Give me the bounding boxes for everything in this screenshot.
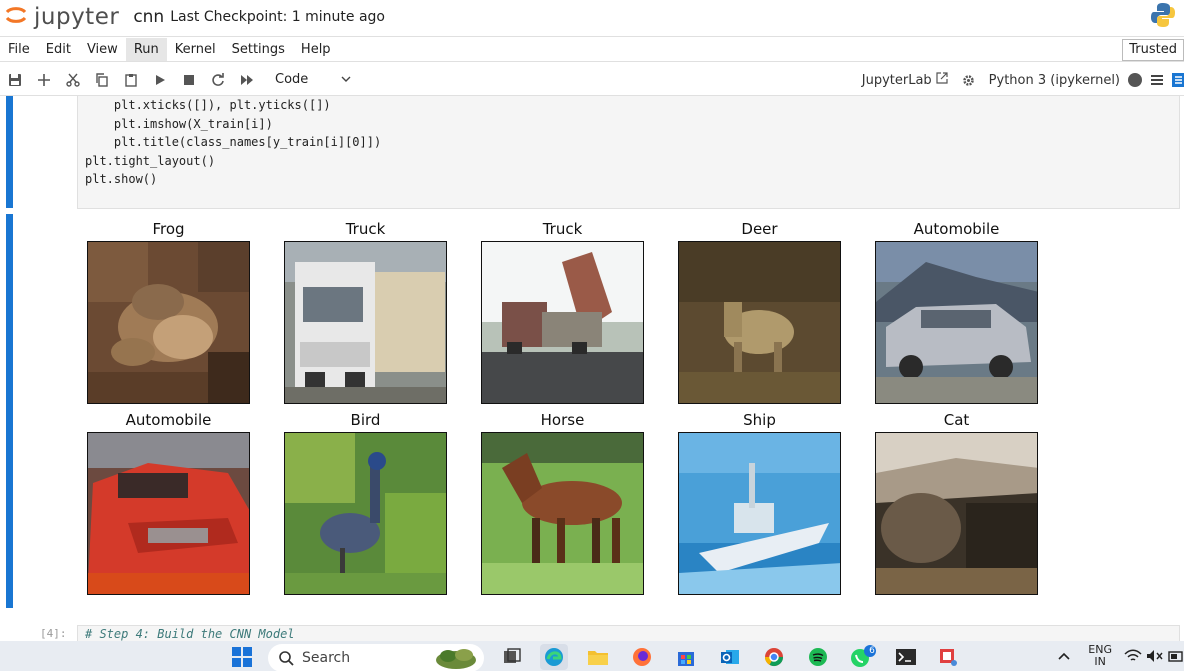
menu-run[interactable]: Run [125, 37, 167, 61]
search-icon [278, 650, 294, 666]
code-cell-editor[interactable]: plt.xticks([]), plt.yticks([]) plt.imsho… [77, 96, 1180, 209]
code-lines: plt.xticks([]), plt.yticks([]) plt.imsho… [85, 96, 381, 189]
code-line: plt.show() [85, 172, 158, 186]
battery-icon[interactable] [1168, 649, 1184, 663]
image-title: Automobile [913, 220, 1000, 238]
snipping-tool-icon[interactable] [934, 644, 962, 670]
cell-type-value: Code [275, 72, 309, 87]
task-view-icon[interactable] [498, 644, 526, 670]
code-line: plt.imshow(X_train[i]) [85, 116, 273, 131]
jupyterlab-label: JupyterLab [861, 72, 932, 88]
menu-list-icon[interactable] [1150, 74, 1164, 86]
image-title: Bird [350, 411, 381, 429]
cell-active-bar [6, 96, 13, 208]
cut-icon[interactable] [58, 66, 87, 94]
outlook-icon[interactable] [716, 644, 744, 670]
python-logo-icon [1150, 2, 1176, 32]
cell-output-figure: Frog Truck Truck Deer Automobile Automob… [77, 214, 1077, 608]
copy-icon[interactable] [87, 66, 116, 94]
wifi-icon[interactable] [1124, 649, 1142, 663]
frog-image [87, 241, 250, 404]
spotify-icon[interactable] [804, 644, 832, 670]
menu-file[interactable]: File [0, 38, 38, 61]
menu-kernel[interactable]: Kernel [167, 38, 224, 61]
image-title: Truck [542, 220, 583, 238]
stop-icon[interactable] [174, 66, 203, 94]
toolbar-right: JupyterLab Python 3 (ipykernel) [862, 64, 1184, 96]
search-placeholder: Search [302, 650, 351, 666]
code-line: plt.xticks([]), plt.yticks([]) [85, 98, 331, 112]
restart-icon[interactable] [203, 66, 232, 94]
automobile-image [87, 432, 250, 595]
notebook-toolbar: Code JupyterLab Python 3 (ipykernel) [0, 64, 1184, 96]
menu-bar: File Edit View Run Kernel Settings Help … [0, 36, 1184, 62]
windows-start-icon[interactable] [228, 644, 256, 670]
notebook-name[interactable]: cnn [133, 7, 164, 27]
code-line: plt.title(class_names[y_train[i][0]]) [85, 135, 382, 149]
cat-image [875, 432, 1038, 595]
settings-gear-icon[interactable] [962, 74, 975, 87]
fast-forward-icon[interactable] [232, 66, 261, 94]
chevron-down-icon [341, 72, 351, 87]
taskbar-search[interactable]: Search [268, 644, 484, 671]
chrome-icon[interactable] [760, 644, 788, 670]
menu-view[interactable]: View [79, 38, 126, 61]
menu-edit[interactable]: Edit [38, 38, 79, 61]
code-comment: # Step 4: Build the CNN Model [85, 627, 295, 641]
firefox-icon[interactable] [628, 644, 656, 670]
external-link-icon [936, 72, 948, 88]
bird-image [284, 432, 447, 595]
image-title: Frog [152, 220, 185, 238]
image-title: Cat [943, 411, 970, 429]
truck-image [481, 241, 644, 404]
cell-type-select[interactable]: Code [271, 68, 355, 92]
language-region: IN [1094, 655, 1106, 668]
volume-mute-icon[interactable] [1146, 649, 1164, 663]
menu-help[interactable]: Help [293, 38, 339, 61]
top-bar: jupyter cnn Last Checkpoint: 1 minute ag… [0, 0, 1184, 34]
file-explorer-icon[interactable] [584, 644, 612, 670]
notebook-area: plt.xticks([]), plt.yticks([]) plt.imsho… [0, 96, 1184, 641]
edge-browser-icon[interactable] [540, 644, 568, 670]
jupyterlab-link[interactable]: JupyterLab [862, 72, 948, 88]
system-tray: ENG IN [1058, 641, 1184, 671]
terminal-icon[interactable] [892, 644, 920, 670]
image-title: Deer [741, 220, 778, 238]
automobile-image [875, 241, 1038, 404]
next-code-cell-editor[interactable]: # Step 4: Build the CNN Model [77, 625, 1180, 641]
search-highlight-icon [434, 646, 478, 670]
code-line: plt.tight_layout() [85, 153, 216, 168]
menu-settings[interactable]: Settings [224, 38, 293, 61]
save-icon[interactable] [0, 66, 29, 94]
paste-icon[interactable] [116, 66, 145, 94]
jupyter-logo-text: jupyter [34, 4, 120, 30]
image-title: Ship [743, 411, 776, 429]
jupyter-logo-icon [4, 3, 28, 31]
trusted-indicator[interactable]: Trusted [1122, 39, 1184, 61]
next-cell: [4]: # Step 4: Build the CNN Model [0, 615, 1184, 641]
output-active-bar [6, 214, 13, 608]
add-cell-icon[interactable] [29, 66, 58, 94]
horse-image [481, 432, 644, 595]
kernel-status-icon [1128, 73, 1142, 87]
chevron-up-icon[interactable] [1058, 652, 1070, 660]
truck-image [284, 241, 447, 404]
ship-image [678, 432, 841, 595]
side-panel-icon[interactable] [1172, 72, 1184, 88]
notification-badge: 6 [869, 646, 875, 656]
jupyter-notebook-window: jupyter cnn Last Checkpoint: 1 minute ag… [0, 0, 1184, 671]
kernel-name[interactable]: Python 3 (ipykernel) [989, 73, 1120, 88]
deer-image [678, 241, 841, 404]
run-icon[interactable] [145, 66, 174, 94]
windows-taskbar: Search 6 ENG IN [0, 641, 1184, 671]
jupyter-logo[interactable]: jupyter [4, 3, 119, 31]
image-title: Automobile [125, 411, 212, 429]
cell-prompt: [4]: [40, 627, 67, 640]
image-title: Truck [345, 220, 386, 238]
language-indicator[interactable]: ENG IN [1088, 644, 1112, 668]
checkpoint-status: Last Checkpoint: 1 minute ago [170, 9, 385, 25]
image-title: Horse [540, 411, 585, 429]
store-icon[interactable] [672, 644, 700, 670]
